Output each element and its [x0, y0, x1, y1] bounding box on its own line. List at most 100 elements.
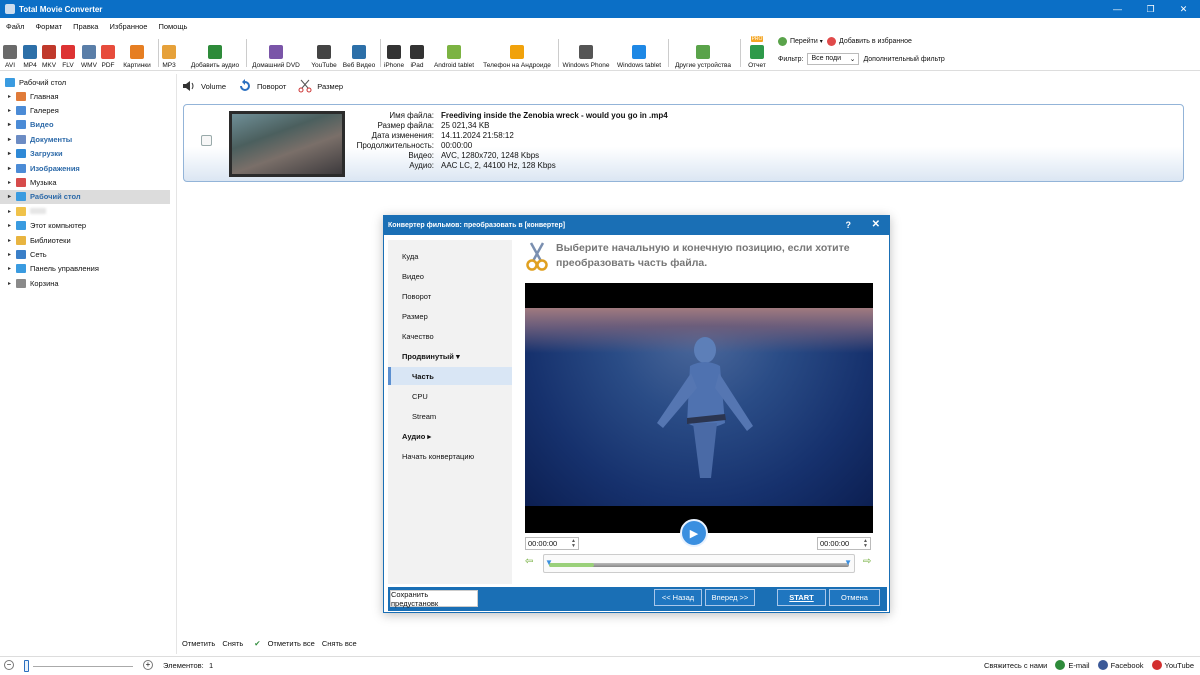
dialog-nav-item[interactable]: Аудио ▸: [388, 427, 512, 445]
dialog-nav-item[interactable]: Качество: [388, 327, 512, 345]
menu-favorites[interactable]: Избранное: [109, 22, 147, 31]
tree-item[interactable]: ▸ Корзина: [0, 276, 170, 290]
zoom-out-icon[interactable]: −: [4, 660, 14, 670]
start-time-spinner[interactable]: ▲ ▼: [571, 539, 576, 549]
goto-button[interactable]: Перейти ▾: [778, 37, 823, 46]
menu-help[interactable]: Помощь: [158, 22, 187, 31]
close-window-button[interactable]: ✕: [1167, 0, 1200, 18]
start-marker-icon[interactable]: ▼: [545, 558, 553, 567]
play-button[interactable]: ▶: [680, 519, 708, 547]
dialog-nav-item[interactable]: Часть: [388, 367, 512, 385]
check-link[interactable]: Отметить: [182, 639, 215, 648]
save-preset-button[interactable]: Сохранить предустановк: [390, 590, 478, 608]
toolbar-mp3-button[interactable]: MP3: [161, 39, 177, 69]
uncheck-all-link[interactable]: Снять все: [322, 639, 357, 648]
dialog-nav-item[interactable]: Поворот: [388, 287, 512, 305]
tree-item[interactable]: ▸ Панель управления: [0, 262, 170, 276]
expand-arrow-icon[interactable]: ▸: [8, 136, 16, 143]
expand-arrow-icon[interactable]: ▸: [8, 222, 16, 229]
tree-item[interactable]: ▸ Загрузки: [0, 147, 170, 161]
zoom-track[interactable]: [33, 666, 133, 667]
start-time-input[interactable]: 00:00:00 ▲ ▼: [525, 537, 579, 550]
toolbar-images-button[interactable]: Картинки: [120, 39, 154, 69]
expand-arrow-icon[interactable]: ▸: [8, 121, 16, 128]
dialog-nav-item[interactable]: Куда: [388, 247, 512, 265]
start-button[interactable]: START: [777, 589, 826, 606]
end-time-spinner[interactable]: ▲ ▼: [863, 539, 868, 549]
toolbar-youtube-button[interactable]: YouTube: [310, 39, 338, 69]
toolbar-flv-button[interactable]: FLV: [60, 39, 76, 69]
email-link[interactable]: E-mail: [1055, 660, 1090, 670]
tree-item[interactable]: ▸ Главная: [0, 89, 170, 103]
expand-arrow-icon[interactable]: ▸: [8, 179, 16, 186]
toolbar-other-devices-button[interactable]: Другие устройства: [671, 39, 735, 69]
set-end-arrow-icon[interactable]: ⇨: [863, 556, 875, 568]
toolbar-windows-tablet-button[interactable]: Windows tablet: [614, 39, 664, 69]
tree-root-desktop[interactable]: Рабочий стол: [0, 75, 170, 89]
facebook-link[interactable]: Facebook: [1097, 660, 1144, 670]
tree-item[interactable]: ▸ Библиотеки: [0, 233, 170, 247]
tree-item[interactable]: ▸ Изображения: [0, 161, 170, 175]
dialog-nav-item[interactable]: Видео: [388, 267, 512, 285]
set-start-arrow-icon[interactable]: ⇦: [525, 556, 537, 568]
toolbar-report-button[interactable]: PRO Отчет: [744, 36, 770, 69]
expand-arrow-icon[interactable]: ▸: [8, 237, 16, 244]
dialog-nav-item[interactable]: Продвинутый ▾: [388, 347, 512, 365]
volume-button[interactable]: Volume: [182, 79, 226, 93]
expand-arrow-icon[interactable]: ▸: [8, 208, 16, 215]
tree-item[interactable]: ▸ Рабочий стол: [0, 189, 170, 204]
dialog-nav-item[interactable]: Stream: [388, 407, 512, 425]
dialog-nav-item[interactable]: Начать конвертацию: [388, 447, 512, 465]
expand-arrow-icon[interactable]: ▸: [8, 93, 16, 100]
check-all-link[interactable]: Отметить все: [268, 639, 315, 648]
tree-item[interactable]: ▸ Видео: [0, 118, 170, 132]
expand-arrow-icon[interactable]: ▸: [8, 107, 16, 114]
tree-item[interactable]: ▸ Галерея: [0, 103, 170, 117]
youtube-link[interactable]: YouTube: [1151, 660, 1194, 670]
tree-item[interactable]: ▸ Сеть: [0, 247, 170, 261]
toolbar-avi-button[interactable]: AVI: [3, 39, 17, 69]
video-preview[interactable]: ▶: [525, 283, 873, 547]
tree-item[interactable]: ▸: [0, 204, 170, 218]
tree-item[interactable]: ▸ Документы: [0, 132, 170, 146]
add-favorite-button[interactable]: Добавить в избранное: [827, 37, 912, 46]
toolbar-mkv-button[interactable]: MKV: [42, 39, 56, 69]
expand-arrow-icon[interactable]: ▸: [8, 150, 16, 157]
rotate-button[interactable]: Поворот: [238, 79, 286, 93]
expand-arrow-icon[interactable]: ▸: [8, 165, 16, 172]
end-time-input[interactable]: 00:00:00 ▲ ▼: [817, 537, 871, 550]
toolbar-wmv-button[interactable]: WMV: [80, 39, 98, 69]
toolbar-web-video-button[interactable]: Веб Видео: [340, 39, 378, 69]
toolbar-mp4-button[interactable]: MP4: [22, 39, 38, 69]
filter-select[interactable]: Все поди ⌄: [807, 53, 860, 65]
expand-arrow-icon[interactable]: ▸: [8, 265, 16, 272]
uncheck-link[interactable]: Снять: [222, 639, 243, 648]
maximize-button[interactable]: ❐: [1134, 0, 1167, 18]
help-button[interactable]: ?: [846, 220, 852, 230]
toolbar-pdf-button[interactable]: PDF: [100, 39, 116, 69]
file-checkbox[interactable]: [201, 135, 212, 146]
toolbar-android-phone-button[interactable]: Телефон на Андроиде: [480, 39, 554, 69]
menu-edit[interactable]: Правка: [73, 22, 98, 31]
file-card[interactable]: Имя файла: Freediving inside the Zenobia …: [183, 104, 1184, 182]
menu-format[interactable]: Формат: [35, 22, 62, 31]
toolbar-android-tablet-button[interactable]: Android tablet: [432, 39, 476, 69]
minimize-button[interactable]: —: [1101, 0, 1134, 18]
menu-file[interactable]: Файл: [6, 22, 24, 31]
expand-arrow-icon[interactable]: ▸: [8, 280, 16, 287]
toolbar-windows-phone-button[interactable]: Windows Phone: [561, 39, 611, 69]
dialog-close-button[interactable]: ✕: [872, 219, 880, 230]
toolbar-iphone-button[interactable]: iPhone: [384, 39, 404, 69]
zoom-in-icon[interactable]: +: [143, 660, 153, 670]
tree-item[interactable]: ▸ Музыка: [0, 175, 170, 189]
toolbar-dvd-button[interactable]: Домашний DVD: [250, 39, 302, 69]
cancel-button[interactable]: Отмена: [829, 589, 880, 606]
advanced-filter-link[interactable]: Дополнительный фильтр: [863, 56, 944, 63]
next-button[interactable]: Вперед >>: [705, 589, 755, 606]
trim-slider[interactable]: ▼ ▼: [543, 554, 855, 573]
resize-button[interactable]: Размер: [298, 79, 343, 93]
toolbar-add-audio-button[interactable]: Добавить аудио: [189, 39, 241, 69]
expand-arrow-icon[interactable]: ▸: [8, 193, 16, 200]
dialog-nav-item[interactable]: CPU: [388, 387, 512, 405]
toolbar-ipad-button[interactable]: iPad: [408, 39, 426, 69]
